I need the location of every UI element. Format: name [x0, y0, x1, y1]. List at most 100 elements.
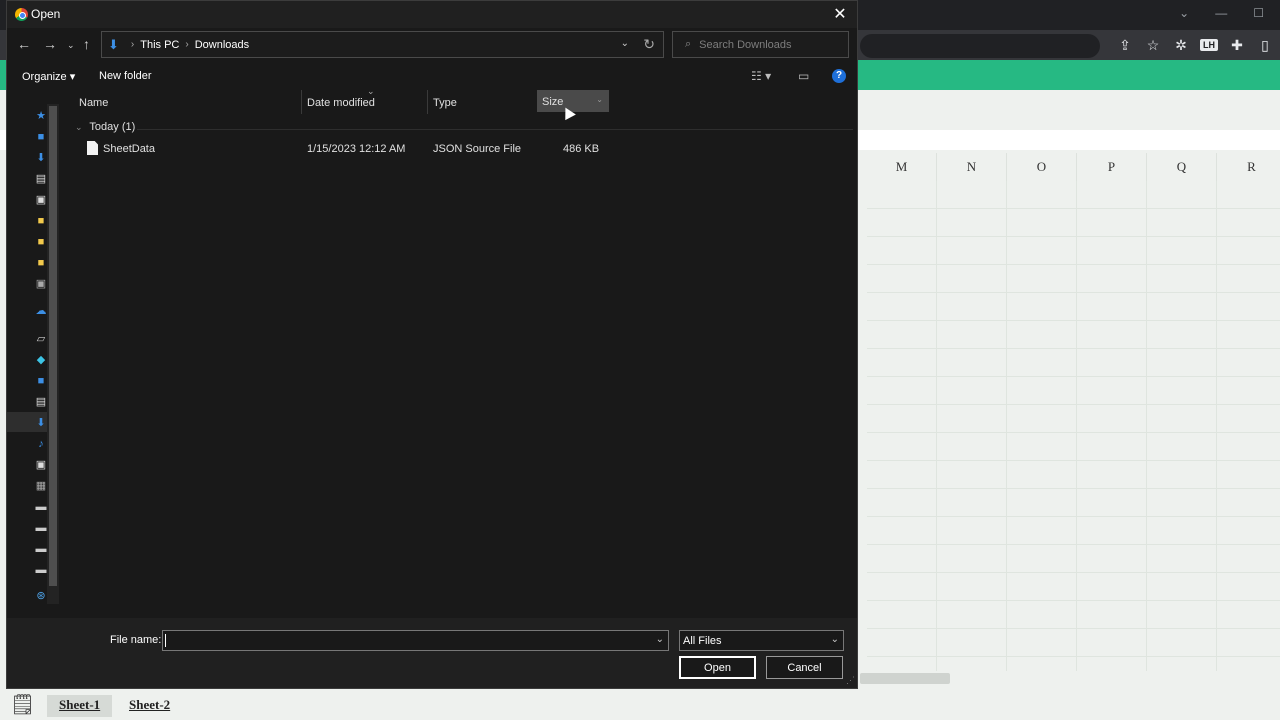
add-sheet-icon[interactable]: 🗒: [10, 692, 35, 716]
file-name-label: File name:: [110, 634, 162, 646]
column-header[interactable]: M: [867, 153, 937, 181]
help-icon[interactable]: ?: [832, 69, 846, 83]
downloads-icon[interactable]: ⬇: [35, 152, 47, 164]
quick-access-star-icon[interactable]: ★: [35, 110, 47, 122]
preview-pane-icon[interactable]: ▭: [798, 69, 809, 83]
breadcrumb[interactable]: ⬇ › This PC › Downloads ⌄ ↻: [101, 31, 664, 58]
maximize-icon[interactable]: ☐: [1253, 0, 1264, 26]
back-arrow-icon[interactable]: ←: [17, 36, 31, 52]
group-header[interactable]: ⌄ Today (1): [75, 121, 135, 133]
share-icon[interactable]: ⇪: [1116, 37, 1134, 54]
file-size: 486 KB: [563, 143, 600, 155]
organize-button[interactable]: Organize ▾: [22, 70, 75, 83]
scrollbar-thumb[interactable]: [49, 106, 57, 586]
onedrive-cloud-icon[interactable]: ☁: [35, 305, 47, 317]
text-caret: [165, 634, 166, 647]
pictures-icon[interactable]: ▣: [35, 278, 47, 290]
folder-icon[interactable]: ■: [35, 257, 47, 269]
3d-objects-icon[interactable]: ◆: [35, 354, 47, 366]
desktop-icon[interactable]: ■: [35, 131, 47, 143]
window-controls: ⌄ — ☐: [1179, 0, 1280, 26]
refresh-icon[interactable]: ↻: [643, 36, 655, 53]
drive-icon[interactable]: ▬: [35, 543, 47, 555]
minimize-icon[interactable]: —: [1215, 0, 1227, 26]
local-disk-icon[interactable]: ▬: [35, 501, 47, 513]
sheet-tab[interactable]: Sheet-2: [117, 695, 182, 717]
horizontal-scrollbar[interactable]: [860, 673, 950, 684]
folder-icon[interactable]: ■: [35, 236, 47, 248]
file-icon: [87, 141, 98, 155]
recent-locations-chevron-icon[interactable]: ⌄: [67, 40, 75, 51]
pictures-icon[interactable]: ▣: [35, 459, 47, 471]
column-type[interactable]: Type: [433, 97, 457, 109]
column-header[interactable]: R: [1217, 153, 1280, 181]
nav-pane-scrollbar[interactable]: [47, 104, 59, 604]
bookmark-star-icon[interactable]: ☆: [1144, 37, 1162, 54]
group-divider: [137, 129, 853, 130]
column-header[interactable]: P: [1077, 153, 1147, 181]
sheet-tab-bar: [0, 690, 1280, 720]
extension-gear-icon[interactable]: ✲: [1172, 37, 1190, 54]
browser-toolbar-icons: ⇪ ☆ ✲ LH ✚ ▯: [1116, 30, 1280, 60]
dialog-title: Open: [31, 7, 61, 21]
file-name-field[interactable]: ⌄: [162, 630, 669, 651]
search-input[interactable]: ⌕ Search Downloads: [672, 31, 849, 58]
side-panel-icon[interactable]: ▯: [1256, 37, 1274, 54]
chevron-down-icon[interactable]: ⌄: [596, 95, 603, 104]
column-header[interactable]: Q: [1147, 153, 1217, 181]
file-date: 1/15/2023 12:12 AM: [307, 143, 406, 155]
cell-grid[interactable]: [867, 181, 1280, 671]
chevron-down-icon[interactable]: ⌄: [831, 634, 839, 645]
folder-icon[interactable]: ■: [35, 215, 47, 227]
breadcrumb-item[interactable]: Downloads: [195, 39, 249, 51]
open-file-dialog: Open ✕ ← → ⌄ ↑ ⬇ › This PC › Downloads ⌄…: [6, 0, 858, 689]
videos-icon[interactable]: ▦: [35, 480, 47, 492]
desktop-icon[interactable]: ■: [35, 375, 47, 387]
chevron-down-icon[interactable]: ⌄: [656, 634, 664, 645]
documents-icon[interactable]: ▤: [35, 173, 47, 185]
sheet-tab[interactable]: Sheet-1: [47, 695, 113, 717]
this-pc-icon[interactable]: ▱: [35, 333, 47, 345]
music-icon[interactable]: ♪: [35, 438, 47, 450]
dialog-titlebar: Open ✕: [7, 1, 857, 28]
column-date-modified[interactable]: Date modified: [307, 97, 375, 109]
documents-icon[interactable]: ▤: [35, 396, 47, 408]
downloads-icon[interactable]: ⬇: [35, 417, 47, 429]
tab-search-icon[interactable]: ⌄: [1179, 0, 1189, 26]
file-type-filter[interactable]: All Files ⌄: [679, 630, 844, 651]
downloads-folder-icon: ⬇: [108, 36, 119, 52]
lighthouse-extension-icon[interactable]: LH: [1200, 39, 1218, 51]
column-header[interactable]: O: [1007, 153, 1077, 181]
open-button[interactable]: Open: [679, 656, 756, 679]
column-header[interactable]: N: [937, 153, 1007, 181]
navigation-bar: ← → ⌄ ↑ ⬇ › This PC › Downloads ⌄ ↻ ⌕ Se…: [7, 28, 857, 64]
file-name: SheetData: [103, 143, 155, 155]
navigation-pane: ★ ■ ⬇ ▤ ▣ ■ ■ ■ ▣ ☁ ▱ ◆ ■ ▤ ⬇ ♪ ▣ ▦ ▬ ▬ …: [7, 90, 61, 618]
cancel-button[interactable]: Cancel: [766, 656, 843, 679]
network-icon[interactable]: ⊛: [35, 590, 47, 602]
address-bar[interactable]: [860, 34, 1100, 58]
dialog-footer: File name: ⌄ All Files ⌄ Open Cancel ⋰: [7, 618, 857, 688]
search-placeholder: Search Downloads: [699, 38, 792, 51]
chevron-down-icon[interactable]: ⌄: [621, 38, 629, 49]
up-arrow-icon[interactable]: ↑: [83, 36, 90, 52]
file-type: JSON Source File: [433, 143, 522, 155]
column-headers: M N O P Q R: [867, 153, 1280, 181]
forward-arrow-icon[interactable]: →: [43, 36, 57, 52]
list-item[interactable]: SheetData 1/15/2023 12:12 AM JSON Source…: [67, 140, 857, 160]
close-icon[interactable]: ✕: [831, 4, 849, 24]
sort-caret-icon: ⌄: [367, 86, 375, 96]
command-bar: Organize ▾ New folder ☷ ▾ ▭ ?: [7, 64, 857, 90]
chrome-icon: [15, 8, 28, 21]
view-options-icon[interactable]: ☷ ▾: [751, 69, 771, 83]
resize-grip-icon[interactable]: ⋰: [846, 675, 855, 686]
new-folder-button[interactable]: New folder: [99, 70, 152, 82]
pictures-icon[interactable]: ▣: [35, 194, 47, 206]
extensions-puzzle-icon[interactable]: ✚: [1228, 37, 1246, 54]
file-list: ⌄ Name Date modified Type Size ⌄ ⌄ Today…: [67, 86, 857, 618]
drive-icon[interactable]: ▬: [35, 564, 47, 576]
collapse-chevron-icon[interactable]: ⌄: [75, 122, 83, 132]
drive-icon[interactable]: ▬: [35, 522, 47, 534]
breadcrumb-item[interactable]: This PC: [140, 39, 179, 51]
column-name[interactable]: Name: [79, 97, 108, 109]
